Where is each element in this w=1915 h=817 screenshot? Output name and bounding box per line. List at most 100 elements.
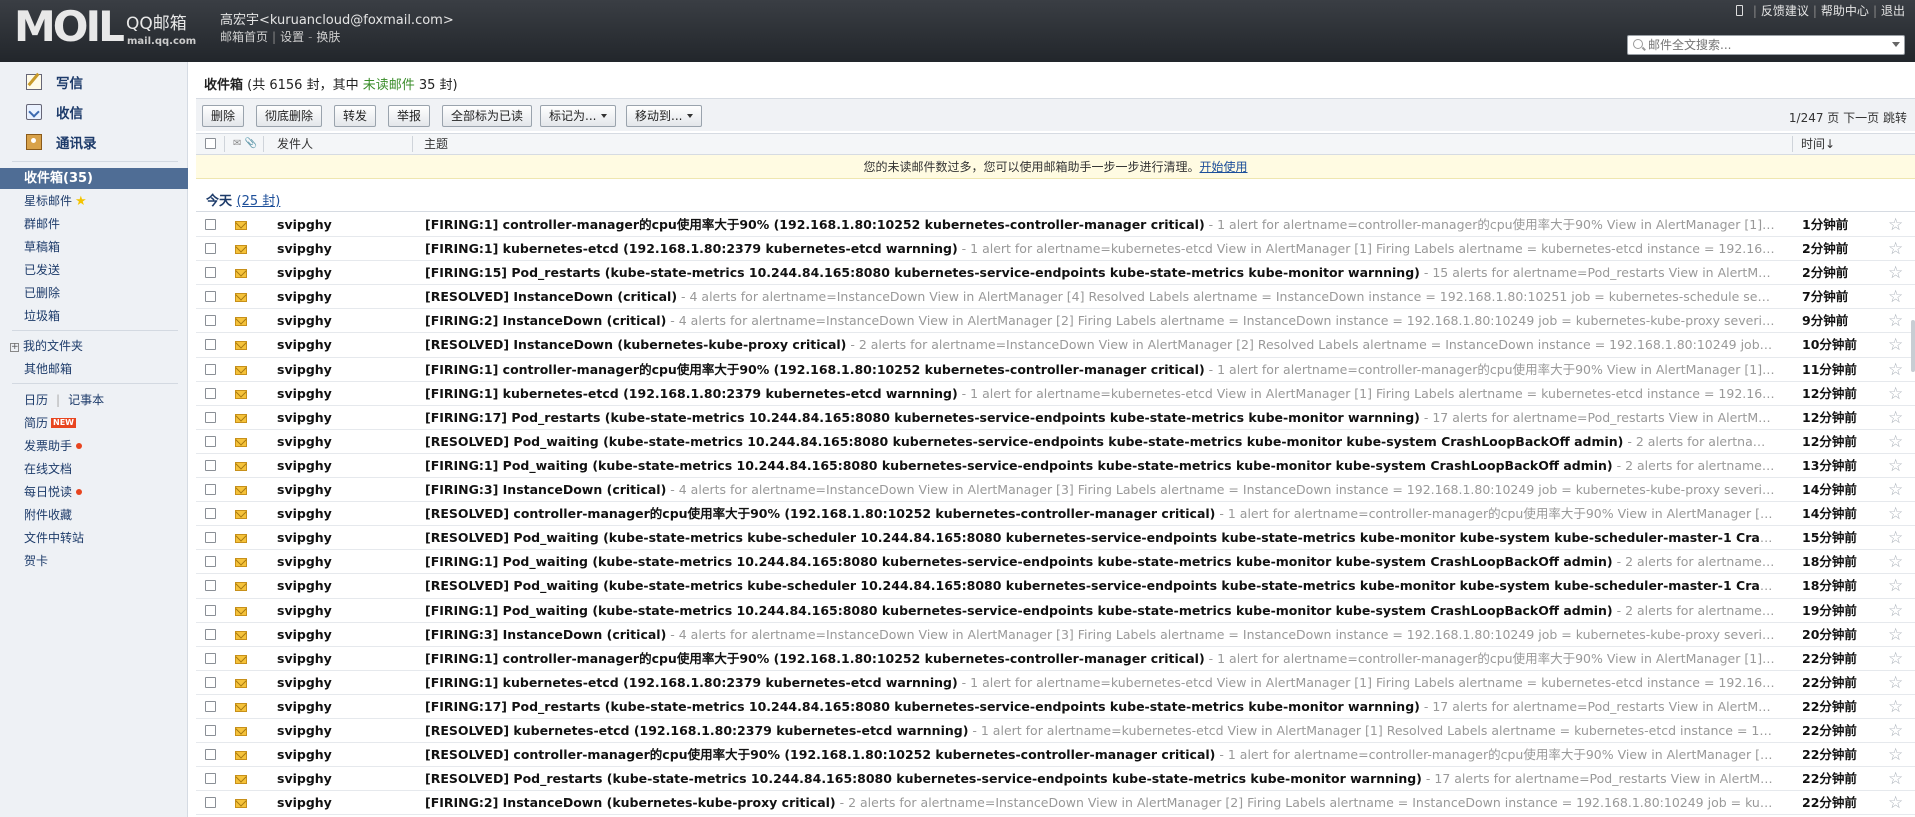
delete-button[interactable]: 删除: [202, 105, 245, 127]
star-icon[interactable]: ☆: [1888, 384, 1903, 404]
email-row[interactable]: svipghy [RESOLVED] Pod_waiting (kube-stat…: [196, 574, 1915, 599]
mark-as-dropdown[interactable]: 标记为...: [540, 105, 617, 127]
email-sender[interactable]: svipghy: [277, 526, 332, 550]
next-page-link[interactable]: 下一页: [1843, 111, 1879, 125]
col-time[interactable]: 时间↓: [1801, 134, 1835, 154]
email-subject-line[interactable]: [FIRING:2] InstanceDown (kubernetes-kube…: [425, 791, 1775, 815]
star-icon[interactable]: ☆: [1888, 769, 1903, 789]
star-icon[interactable]: ☆: [1888, 239, 1903, 259]
email-row[interactable]: svipghy [FIRING:1] kubernetes-etcd (192.1…: [196, 382, 1915, 406]
row-checkbox[interactable]: [205, 411, 216, 423]
email-subject-line[interactable]: [FIRING:1] kubernetes-etcd (192.168.1.80…: [425, 237, 1775, 261]
row-checkbox[interactable]: [205, 291, 216, 303]
move-to-dropdown[interactable]: 移动到...: [626, 105, 703, 127]
sidebar-item-invoice[interactable]: 发票助手: [24, 437, 83, 455]
email-row[interactable]: svipghy [FIRING:1] kubernetes-etcd (192.1…: [196, 671, 1915, 695]
mobile-icon[interactable]: [1735, 5, 1743, 16]
star-icon[interactable]: ☆: [1888, 335, 1903, 355]
email-subject-line[interactable]: [RESOLVED] Pod_waiting (kube-state-metri…: [425, 574, 1775, 598]
row-checkbox[interactable]: [205, 532, 216, 544]
email-sender[interactable]: svipghy: [277, 502, 332, 526]
row-checkbox[interactable]: [205, 628, 216, 640]
star-icon[interactable]: ☆: [1888, 215, 1903, 235]
forward-button[interactable]: 转发: [334, 105, 377, 127]
row-checkbox[interactable]: [205, 315, 216, 327]
star-icon[interactable]: ☆: [1888, 408, 1903, 428]
star-icon[interactable]: ☆: [1888, 311, 1903, 331]
email-row[interactable]: svipghy [RESOLVED] Pod_waiting (kube-stat…: [196, 430, 1915, 454]
email-sender[interactable]: svipghy: [277, 309, 332, 333]
email-row[interactable]: svipghy [RESOLVED] controller-manager的cpu…: [196, 743, 1915, 768]
jump-link[interactable]: 跳转: [1883, 111, 1907, 125]
email-sender[interactable]: svipghy: [277, 430, 332, 454]
email-row[interactable]: svipghy [FIRING:1] Pod_waiting (kube-stat…: [196, 454, 1915, 479]
star-icon[interactable]: ☆: [1888, 649, 1903, 669]
receive-mail-button[interactable]: 收信: [26, 100, 83, 124]
help-center-link[interactable]: 帮助中心: [1821, 4, 1869, 18]
email-sender[interactable]: svipghy: [277, 623, 332, 647]
star-icon[interactable]: ☆: [1888, 745, 1903, 765]
star-icon[interactable]: ☆: [1888, 263, 1903, 283]
scrollbar[interactable]: [1911, 320, 1915, 372]
email-sender[interactable]: svipghy: [277, 261, 332, 285]
email-row[interactable]: svipghy [FIRING:17] Pod_restarts (kube-st…: [196, 695, 1915, 719]
row-checkbox[interactable]: [205, 508, 216, 520]
permanent-delete-button[interactable]: 彻底删除: [256, 105, 323, 127]
email-row[interactable]: svipghy [FIRING:1] Pod_waiting (kube-stat…: [196, 550, 1915, 575]
star-icon[interactable]: ☆: [1888, 528, 1903, 548]
email-row[interactable]: svipghy [RESOLVED] InstanceDown (critical…: [196, 285, 1915, 310]
row-checkbox[interactable]: [205, 243, 216, 255]
chevron-down-icon[interactable]: [1892, 42, 1900, 47]
email-sender[interactable]: svipghy: [277, 333, 332, 357]
row-checkbox[interactable]: [205, 339, 216, 351]
sidebar-item-spam[interactable]: 垃圾箱: [24, 307, 60, 325]
email-row[interactable]: svipghy [FIRING:1] Pod_waiting (kube-stat…: [196, 599, 1915, 623]
row-checkbox[interactable]: [205, 435, 216, 447]
row-checkbox[interactable]: [205, 580, 216, 592]
email-sender[interactable]: svipghy: [277, 719, 332, 743]
row-checkbox[interactable]: [205, 219, 216, 230]
row-checkbox[interactable]: [205, 484, 216, 496]
star-icon[interactable]: ☆: [1888, 360, 1903, 380]
email-subject-line[interactable]: [RESOLVED] kubernetes-etcd (192.168.1.80…: [425, 719, 1775, 743]
email-sender[interactable]: svipghy: [277, 382, 332, 406]
sidebar-item-calendar[interactable]: 日历: [24, 393, 48, 407]
write-mail-button[interactable]: 写信: [26, 70, 83, 94]
sidebar-item-cards[interactable]: 贺卡: [24, 552, 48, 570]
row-checkbox[interactable]: [205, 459, 216, 471]
email-row[interactable]: svipghy [RESOLVED] controller-manager的cpu…: [196, 502, 1915, 527]
star-icon[interactable]: ☆: [1888, 576, 1903, 596]
email-subject-line[interactable]: [FIRING:17] Pod_restarts (kube-state-met…: [425, 695, 1775, 719]
settings-link[interactable]: 设置: [280, 30, 304, 44]
email-row[interactable]: svipghy [RESOLVED] kubernetes-etcd (192.1…: [196, 719, 1915, 744]
email-row[interactable]: svipghy [FIRING:15] Pod_restarts (kube-st…: [196, 261, 1915, 286]
email-sender[interactable]: svipghy: [277, 599, 332, 623]
qq-mail-logo[interactable]: MOIL QQ邮箱 mail.qq.com: [14, 6, 204, 48]
email-row[interactable]: svipghy [FIRING:1] controller-manager的cpu…: [196, 358, 1915, 382]
sidebar-item-sent[interactable]: 已发送: [24, 261, 60, 279]
email-subject-line[interactable]: [FIRING:1] Pod_waiting (kube-state-metri…: [425, 599, 1775, 623]
mark-all-read-button[interactable]: 全部标为已读: [442, 105, 533, 127]
row-checkbox[interactable]: [205, 556, 216, 568]
email-subject-line[interactable]: [FIRING:1] kubernetes-etcd (192.168.1.80…: [425, 671, 1775, 695]
email-subject-line[interactable]: [RESOLVED] InstanceDown (critical) - 4 a…: [425, 285, 1775, 309]
star-icon[interactable]: ☆: [1888, 504, 1903, 524]
sidebar-item-online-docs[interactable]: 在线文档: [24, 460, 72, 478]
sidebar-item-notes[interactable]: 记事本: [68, 393, 104, 407]
unread-link[interactable]: 未读邮件: [363, 78, 415, 93]
email-subject-line[interactable]: [RESOLVED] Pod_waiting (kube-state-metri…: [425, 526, 1775, 550]
col-sender[interactable]: 发件人: [277, 134, 313, 154]
email-row[interactable]: svipghy [RESOLVED] InstanceDown (kubernet…: [196, 333, 1915, 358]
feedback-link[interactable]: 反馈建议: [1761, 4, 1809, 18]
email-subject-line[interactable]: [FIRING:15] Pod_restarts (kube-state-met…: [425, 261, 1775, 285]
email-subject-line[interactable]: [FIRING:1] controller-manager的cpu使用率大于90…: [425, 213, 1775, 237]
sidebar-item-resume[interactable]: 简历 NEW: [24, 414, 76, 432]
star-icon[interactable]: ☆: [1888, 432, 1903, 452]
row-checkbox[interactable]: [205, 676, 216, 688]
sidebar-item-inbox[interactable]: 收件箱(35): [0, 168, 188, 189]
email-row[interactable]: svipghy [FIRING:1] controller-manager的cpu…: [196, 213, 1915, 238]
email-row[interactable]: svipghy [FIRING:2] InstanceDown (kubernet…: [196, 791, 1915, 816]
email-subject-line[interactable]: [RESOLVED] controller-manager的cpu使用率大于90…: [425, 743, 1775, 767]
email-sender[interactable]: svipghy: [277, 237, 332, 261]
row-checkbox[interactable]: [205, 267, 216, 279]
